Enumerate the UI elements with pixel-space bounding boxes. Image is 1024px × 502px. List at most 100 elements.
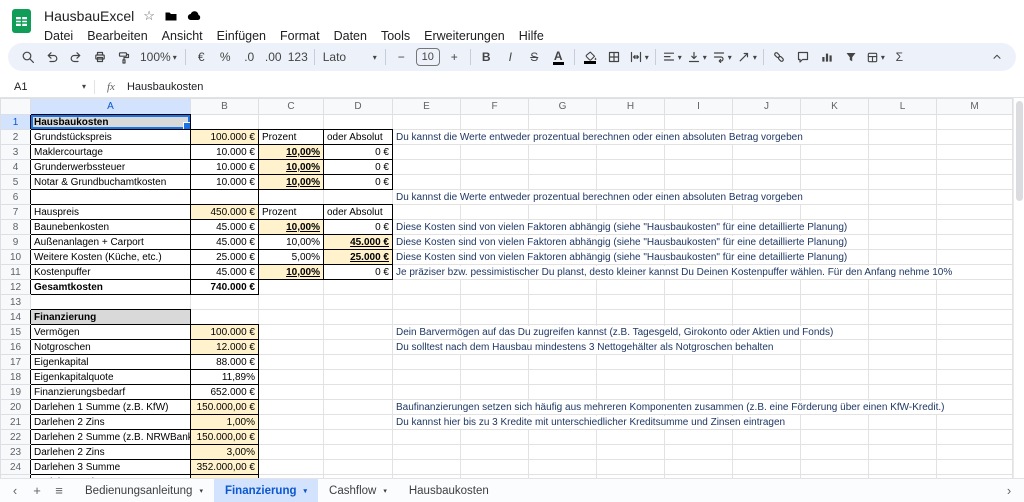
cell-E24[interactable] <box>393 460 461 475</box>
cell-D1[interactable] <box>324 115 393 130</box>
cell-E4[interactable] <box>393 160 461 175</box>
cell-L14[interactable] <box>869 310 937 325</box>
row-header-23[interactable]: 23 <box>1 445 31 460</box>
cell-E3[interactable] <box>393 145 461 160</box>
cell-D19[interactable] <box>324 385 393 400</box>
cell-M17[interactable] <box>937 355 1013 370</box>
cell-E23[interactable] <box>393 445 461 460</box>
cell-B4[interactable]: 10.000 € <box>191 160 259 175</box>
text-wrap-icon[interactable]: ▾ <box>710 45 734 69</box>
cell-J1[interactable] <box>733 115 801 130</box>
cell-J13[interactable] <box>733 295 801 310</box>
cell-B3[interactable]: 10.000 € <box>191 145 259 160</box>
cell-A2[interactable]: Grundstückspreis <box>31 130 191 145</box>
cell-A4[interactable]: Grunderwerbssteuer <box>31 160 191 175</box>
cell-K13[interactable] <box>801 295 869 310</box>
cell-I4[interactable] <box>665 160 733 175</box>
cell-I1[interactable] <box>665 115 733 130</box>
cell-C22[interactable] <box>259 430 324 445</box>
column-header-L[interactable]: L <box>869 99 937 115</box>
font-size-input[interactable]: 10 <box>416 48 440 66</box>
cell-H1[interactable] <box>597 115 665 130</box>
cell-G4[interactable] <box>529 160 597 175</box>
cell-K23[interactable] <box>801 445 869 460</box>
cell-I17[interactable] <box>665 355 733 370</box>
column-header-I[interactable]: I <box>665 99 733 115</box>
cell-L9[interactable] <box>869 235 937 250</box>
cell-E2[interactable]: Du kannst die Werte entweder prozentual … <box>393 130 461 145</box>
cell-I13[interactable] <box>665 295 733 310</box>
column-header-H[interactable]: H <box>597 99 665 115</box>
column-header-K[interactable]: K <box>801 99 869 115</box>
cell-I7[interactable] <box>665 205 733 220</box>
cell-D5[interactable]: 0 € <box>324 175 393 190</box>
cell-D22[interactable] <box>324 430 393 445</box>
cell-L17[interactable] <box>869 355 937 370</box>
cell-M6[interactable] <box>937 190 1013 205</box>
cell-H13[interactable] <box>597 295 665 310</box>
font-select[interactable]: Lato▾ <box>319 45 381 69</box>
name-box[interactable]: A1 ▾ <box>0 76 86 97</box>
cell-F1[interactable] <box>461 115 529 130</box>
cell-M2[interactable] <box>937 130 1013 145</box>
cell-M23[interactable] <box>937 445 1013 460</box>
cell-B25[interactable]: 3,50% <box>191 475 259 479</box>
cell-I24[interactable] <box>665 460 733 475</box>
cell-B8[interactable]: 45.000 € <box>191 220 259 235</box>
cell-D18[interactable] <box>324 370 393 385</box>
cell-D2[interactable]: oder Absolut <box>324 130 393 145</box>
cell-E19[interactable] <box>393 385 461 400</box>
cell-G1[interactable] <box>529 115 597 130</box>
column-header-G[interactable]: G <box>529 99 597 115</box>
cell-L23[interactable] <box>869 445 937 460</box>
row-header-4[interactable]: 4 <box>1 160 31 175</box>
tab-menu-icon[interactable]: ▾ <box>304 487 308 495</box>
cell-L5[interactable] <box>869 175 937 190</box>
cell-L6[interactable] <box>869 190 937 205</box>
cell-C20[interactable] <box>259 400 324 415</box>
more-formats-button[interactable]: 123 <box>286 45 310 69</box>
cell-D11[interactable]: 0 € <box>324 265 393 280</box>
text-rotation-icon[interactable]: ▾ <box>735 45 759 69</box>
row-header-17[interactable]: 17 <box>1 355 31 370</box>
decrease-decimals-button[interactable]: .0 <box>238 45 261 69</box>
cell-K4[interactable] <box>801 160 869 175</box>
cell-I3[interactable] <box>665 145 733 160</box>
cell-A5[interactable]: Notar & Grundbuchamtkosten <box>31 175 191 190</box>
cell-C15[interactable] <box>259 325 324 340</box>
cell-F22[interactable] <box>461 430 529 445</box>
cell-G22[interactable] <box>529 430 597 445</box>
cell-D9[interactable]: 45.000 € <box>324 235 393 250</box>
format-percent-button[interactable]: % <box>214 45 237 69</box>
column-header-E[interactable]: E <box>393 99 461 115</box>
cell-B5[interactable]: 10.000 € <box>191 175 259 190</box>
cell-F14[interactable] <box>461 310 529 325</box>
cell-B16[interactable]: 12.000 € <box>191 340 259 355</box>
insert-link-icon[interactable] <box>768 45 791 69</box>
cell-L7[interactable] <box>869 205 937 220</box>
cell-J3[interactable] <box>733 145 801 160</box>
cell-F24[interactable] <box>461 460 529 475</box>
column-header-B[interactable]: B <box>191 99 259 115</box>
cell-C7[interactable]: Prozent <box>259 205 324 220</box>
cell-B9[interactable]: 45.000 € <box>191 235 259 250</box>
scroll-tabs-left-icon[interactable]: ‹ <box>4 484 26 497</box>
cell-I19[interactable] <box>665 385 733 400</box>
cell-M22[interactable] <box>937 430 1013 445</box>
cell-H19[interactable] <box>597 385 665 400</box>
cell-D7[interactable]: oder Absolut <box>324 205 393 220</box>
row-header-7[interactable]: 7 <box>1 205 31 220</box>
cell-M19[interactable] <box>937 385 1013 400</box>
cell-B1[interactable] <box>191 115 259 130</box>
cell-H24[interactable] <box>597 460 665 475</box>
tab-menu-icon[interactable]: ▾ <box>199 487 203 495</box>
cell-G13[interactable] <box>529 295 597 310</box>
cell-J25[interactable] <box>733 475 801 479</box>
row-header-19[interactable]: 19 <box>1 385 31 400</box>
cell-D13[interactable] <box>324 295 393 310</box>
cell-L25[interactable] <box>869 475 937 479</box>
cell-C23[interactable] <box>259 445 324 460</box>
cell-K6[interactable] <box>801 190 869 205</box>
cell-I23[interactable] <box>665 445 733 460</box>
redo-icon[interactable] <box>64 45 87 69</box>
